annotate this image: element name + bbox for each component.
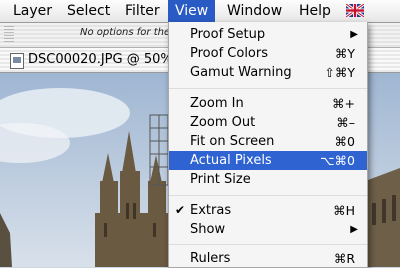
menu-item-shortcut: ⌘0 <box>334 134 355 149</box>
menu-item-shortcut: ⌘R <box>333 251 355 266</box>
menu-item-gamut-warning[interactable]: Gamut Warning ⇧⌘Y <box>169 63 367 82</box>
menu-item-label: Rulers <box>190 251 231 266</box>
checkmark-icon: ✔ <box>175 203 186 217</box>
menu-item-label: Show <box>190 222 226 237</box>
menu-item-rulers[interactable]: Rulers ⌘R <box>169 249 367 268</box>
menu-item-label: Proof Setup <box>190 27 266 42</box>
menu-item-label: Extras <box>190 203 232 218</box>
menu-item-label: Actual Pixels <box>190 153 272 168</box>
menu-item-proof-colors[interactable]: Proof Colors ⌘Y <box>169 44 367 63</box>
menu-separator <box>169 244 367 245</box>
menu-item-label: Fit on Screen <box>190 134 275 149</box>
menu-item-shortcut: ⌘Y <box>334 46 355 61</box>
menu-separator <box>169 195 367 196</box>
menu-view[interactable]: View <box>168 0 216 22</box>
menu-item-actual-pixels[interactable]: Actual Pixels ⌥⌘0 <box>169 151 367 170</box>
menu-item-zoom-out[interactable]: Zoom Out ⌘– <box>169 113 367 132</box>
menu-item-print-size[interactable]: Print Size <box>169 170 367 189</box>
menu-filter[interactable]: Filter <box>118 0 167 22</box>
menu-item-show[interactable]: Show ▶ <box>169 220 367 239</box>
document-title: DSC00020.JPG @ 50% <box>28 52 173 67</box>
menu-item-label: Gamut Warning <box>190 65 292 80</box>
menu-layer[interactable]: Layer <box>6 0 59 22</box>
menu-item-label: Zoom In <box>190 96 244 111</box>
menu-window[interactable]: Window <box>220 0 289 22</box>
menu-bar: Layer Select Filter View Window Help <box>0 0 400 23</box>
menu-item-label: Print Size <box>190 172 251 187</box>
menu-help[interactable]: Help <box>292 0 338 22</box>
menu-item-label: Zoom Out <box>190 115 256 130</box>
menu-item-shortcut: ⌘– <box>336 115 355 130</box>
menu-item-zoom-in[interactable]: Zoom In ⌘+ <box>169 94 367 113</box>
options-message: No options for the D <box>80 27 182 38</box>
document-proxy-icon[interactable] <box>10 53 24 69</box>
menu-select[interactable]: Select <box>60 0 117 22</box>
uk-flag-icon[interactable] <box>346 4 364 17</box>
menu-item-fit-on-screen[interactable]: Fit on Screen ⌘0 <box>169 132 367 151</box>
toolbar-grip-icon[interactable] <box>4 26 14 43</box>
menu-item-extras[interactable]: ✔ Extras ⌘H <box>169 201 367 220</box>
menu-item-label: Proof Colors <box>190 46 268 61</box>
submenu-arrow-icon: ▶ <box>350 224 358 235</box>
menu-item-shortcut: ⌘H <box>333 203 355 218</box>
menu-item-shortcut: ⌘+ <box>332 96 355 111</box>
submenu-arrow-icon: ▶ <box>350 29 358 40</box>
view-menu: Proof Setup ▶ Proof Colors ⌘Y Gamut Warn… <box>168 22 368 268</box>
menu-item-shortcut: ⇧⌘Y <box>324 65 355 80</box>
menu-item-proof-setup[interactable]: Proof Setup ▶ <box>169 25 367 44</box>
menu-separator <box>169 88 367 89</box>
menu-item-shortcut: ⌥⌘0 <box>320 153 355 168</box>
